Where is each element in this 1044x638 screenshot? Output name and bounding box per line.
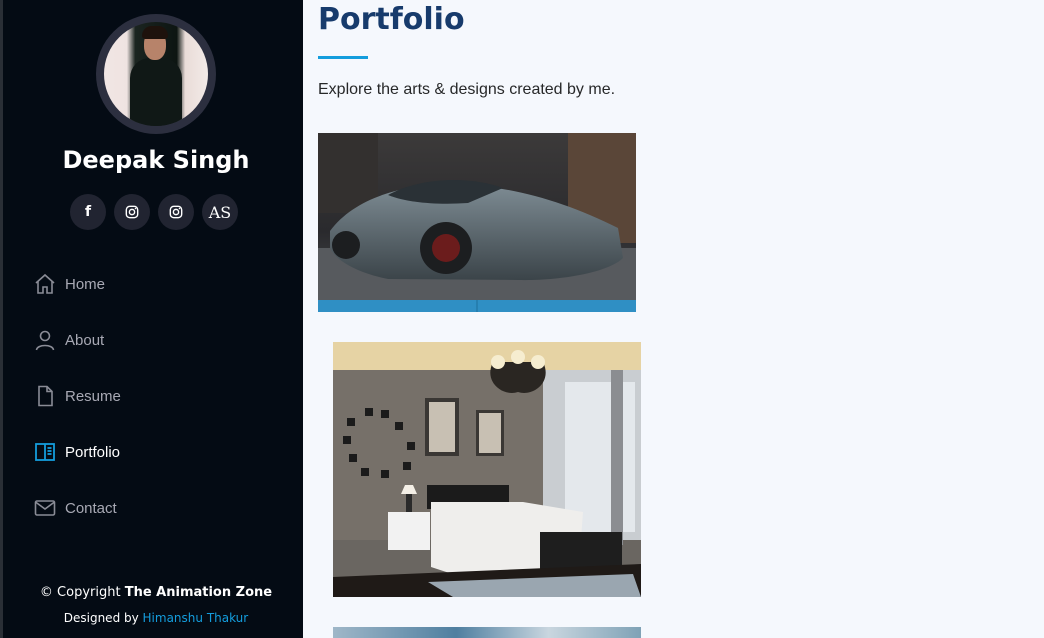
facebook-link[interactable]: f: [70, 194, 106, 230]
bedroom-image: [333, 342, 641, 597]
nav-label-portfolio: Portfolio: [65, 443, 121, 461]
nav-label-home: Home: [65, 275, 106, 293]
title-underline: [318, 56, 368, 59]
nav-item-about[interactable]: About: [33, 312, 121, 368]
nav-label-contact: Contact: [65, 499, 117, 517]
credits: Designed by Himanshu Thakur: [6, 611, 306, 625]
copyright-prefix: © Copyright: [39, 585, 125, 600]
instagram-icon: [125, 205, 139, 219]
as-logo-icon: AS: [208, 202, 232, 222]
sidebar: Deepak Singh f AS Home About Resume Port…: [0, 0, 303, 638]
portfolio-item-3[interactable]: [333, 627, 641, 638]
nav-item-contact[interactable]: Contact: [33, 480, 121, 536]
nav-item-portfolio[interactable]: Portfolio: [33, 424, 121, 480]
nav-item-resume[interactable]: Resume: [33, 368, 121, 424]
page-subtitle: Explore the arts & designs created by me…: [318, 81, 616, 98]
avatar-photo: [104, 22, 208, 126]
nav-menu: Home About Resume Portfolio Contact: [33, 256, 121, 536]
home-icon: [35, 273, 55, 294]
instagram-link[interactable]: [114, 194, 150, 230]
copyright-brand: The Animation Zone: [124, 585, 273, 600]
nav-item-home[interactable]: Home: [33, 256, 121, 312]
envelope-icon: [34, 500, 56, 516]
car-image: [318, 133, 636, 312]
copyright: © Copyright The Animation Zone: [6, 585, 306, 600]
instagram-icon: [169, 205, 183, 219]
as-logo-link[interactable]: AS: [202, 194, 238, 230]
instagram-link-2[interactable]: [158, 194, 194, 230]
portfolio-item-bedroom[interactable]: [333, 342, 641, 597]
social-links: f AS: [70, 194, 238, 230]
designer-link[interactable]: Himanshu Thakur: [143, 611, 249, 625]
book-half-icon: [35, 443, 55, 461]
nav-label-resume: Resume: [65, 387, 121, 405]
portfolio-item-car[interactable]: [318, 133, 636, 312]
designed-prefix: Designed by: [63, 611, 143, 625]
profile-avatar: [96, 14, 216, 134]
nav-label-about: About: [65, 331, 105, 349]
file-icon: [38, 385, 53, 407]
page-title: Portfolio: [318, 2, 465, 37]
facebook-icon: f: [84, 204, 92, 220]
profile-name: Deepak Singh: [62, 146, 250, 174]
person-icon: [35, 330, 55, 351]
